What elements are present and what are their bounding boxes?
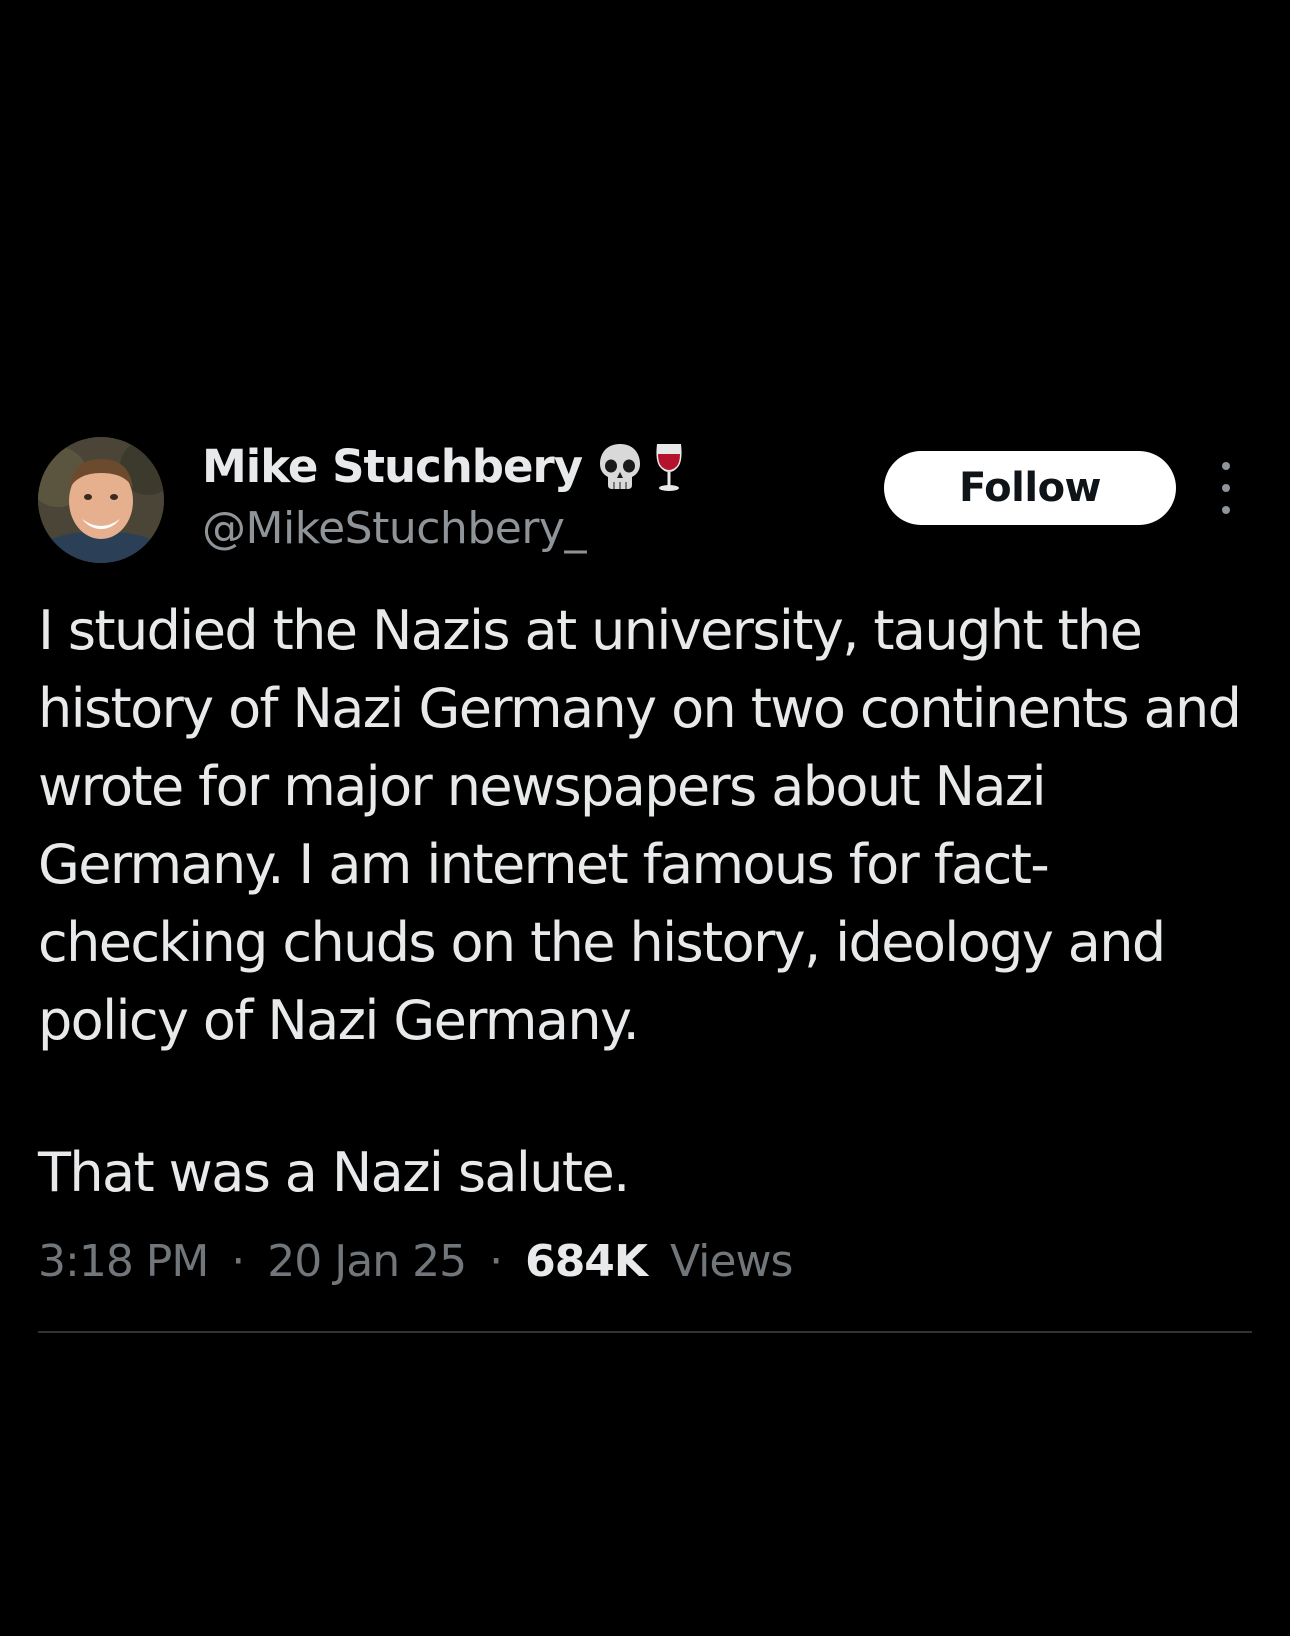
tweet-time[interactable]: 3:18 PM	[38, 1236, 209, 1287]
author-handle[interactable]: @MikeStuchbery_	[202, 503, 586, 554]
skull-icon	[596, 441, 644, 493]
tweet-text-paragraph-2: That was a Nazi salute.	[38, 1141, 630, 1204]
more-options-icon[interactable]	[1208, 462, 1244, 514]
avatar-image	[38, 437, 164, 563]
views-label: Views	[670, 1236, 793, 1287]
more-options-dot	[1222, 484, 1230, 492]
avatar[interactable]	[38, 437, 164, 563]
follow-button[interactable]: Follow	[884, 451, 1176, 525]
author-name-row[interactable]: Mike Stuchbery	[202, 440, 686, 493]
author-display-name[interactable]: Mike Stuchbery	[202, 440, 583, 493]
tweet: Mike Stuchbery @MikeStuchbery_ Follow I …	[0, 0, 1290, 1636]
more-options-dot	[1222, 462, 1230, 470]
more-options-dot	[1222, 506, 1230, 514]
views-count: 684K	[525, 1236, 648, 1287]
divider	[38, 1331, 1252, 1333]
tweet-date[interactable]: 20 Jan 25	[267, 1236, 467, 1287]
meta-separator: ·	[231, 1236, 245, 1287]
tweet-meta: 3:18 PM · 20 Jan 25 · 684K Views	[38, 1236, 793, 1287]
wine-glass-icon	[652, 441, 686, 493]
meta-separator: ·	[489, 1236, 503, 1287]
tweet-text-paragraph-1: I studied the Nazis at university, taugh…	[38, 599, 1256, 1052]
